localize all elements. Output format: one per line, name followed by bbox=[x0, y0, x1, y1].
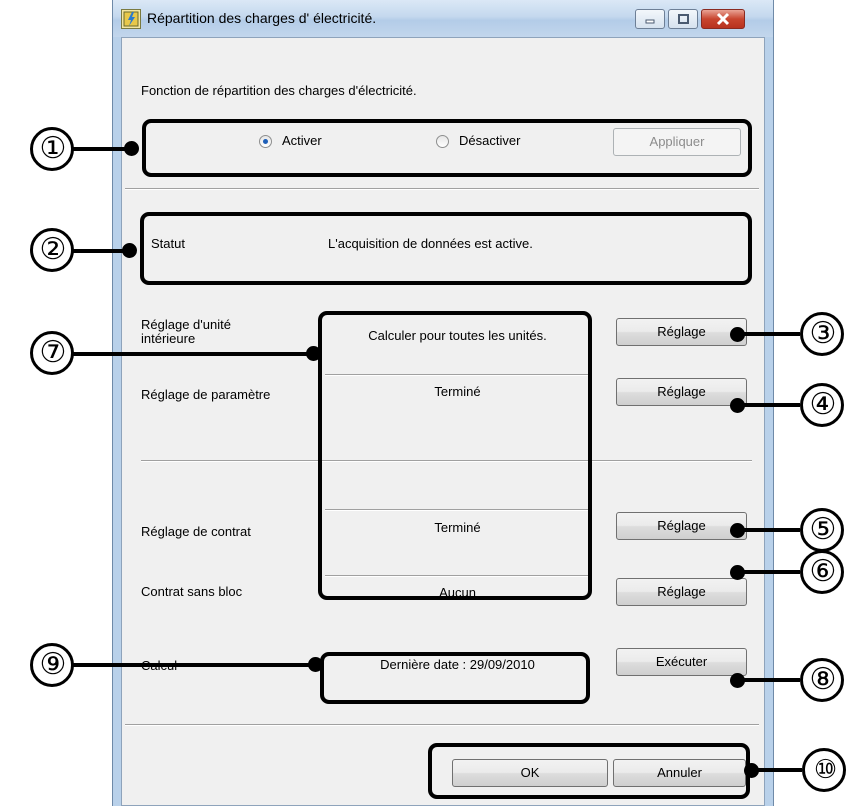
callout-number-2: ② bbox=[30, 228, 74, 272]
callout-number-3: ③ bbox=[800, 312, 844, 356]
separator bbox=[125, 188, 759, 190]
callout-number-8: ⑧ bbox=[800, 658, 844, 702]
app-icon bbox=[121, 9, 141, 29]
window-title: Répartition des charges d' électricité. bbox=[147, 10, 377, 26]
callout-dot-1 bbox=[124, 141, 139, 156]
contract-setting-label: Réglage de contrat bbox=[141, 524, 251, 539]
parameter-setting-button[interactable]: Réglage bbox=[616, 378, 747, 406]
callout-line-7 bbox=[70, 352, 310, 356]
callout-dot-9 bbox=[308, 657, 323, 672]
callout-line-5 bbox=[738, 528, 800, 532]
execute-button[interactable]: Exécuter bbox=[616, 648, 747, 676]
callout-box-1 bbox=[142, 119, 752, 177]
minimize-button[interactable] bbox=[635, 9, 665, 29]
callout-dot-7 bbox=[306, 346, 321, 361]
callout-line-6 bbox=[738, 570, 800, 574]
callout-number-7: ⑦ bbox=[30, 331, 74, 375]
indoor-unit-setting-label: Réglage d'unité intérieure bbox=[141, 317, 231, 346]
callout-box-2 bbox=[140, 212, 752, 285]
no-block-contract-button[interactable]: Réglage bbox=[616, 578, 747, 606]
no-block-contract-label: Contrat sans bloc bbox=[141, 584, 243, 599]
callout-box-9 bbox=[320, 652, 590, 704]
callout-box-7 bbox=[318, 311, 592, 600]
function-heading: Fonction de répartition des charges d'él… bbox=[141, 83, 417, 98]
callout-number-4: ④ bbox=[800, 383, 844, 427]
parameter-setting-label: Réglage de paramètre bbox=[141, 387, 271, 402]
callout-dot-2 bbox=[122, 243, 137, 258]
indoor-unit-setting-button[interactable]: Réglage bbox=[616, 318, 747, 346]
close-icon bbox=[716, 12, 730, 26]
callout-line-8 bbox=[738, 678, 800, 682]
maximize-button[interactable] bbox=[668, 9, 698, 29]
callout-line-9 bbox=[70, 663, 312, 667]
callout-number-9: ⑨ bbox=[30, 643, 74, 687]
callout-line-10 bbox=[752, 768, 802, 772]
callout-number-6: ⑥ bbox=[800, 550, 844, 594]
title-bar[interactable]: Répartition des charges d' électricité. bbox=[113, 0, 773, 37]
callout-number-10: ⑩ bbox=[802, 748, 846, 792]
callout-box-10 bbox=[428, 743, 750, 799]
close-button[interactable] bbox=[701, 9, 745, 29]
callout-line-4 bbox=[738, 403, 800, 407]
separator bbox=[125, 724, 759, 726]
callout-line-3 bbox=[738, 332, 800, 336]
callout-number-1: ① bbox=[30, 127, 74, 171]
callout-number-5: ⑤ bbox=[800, 508, 844, 552]
contract-setting-button[interactable]: Réglage bbox=[616, 512, 747, 540]
callout-line-1 bbox=[70, 147, 132, 151]
